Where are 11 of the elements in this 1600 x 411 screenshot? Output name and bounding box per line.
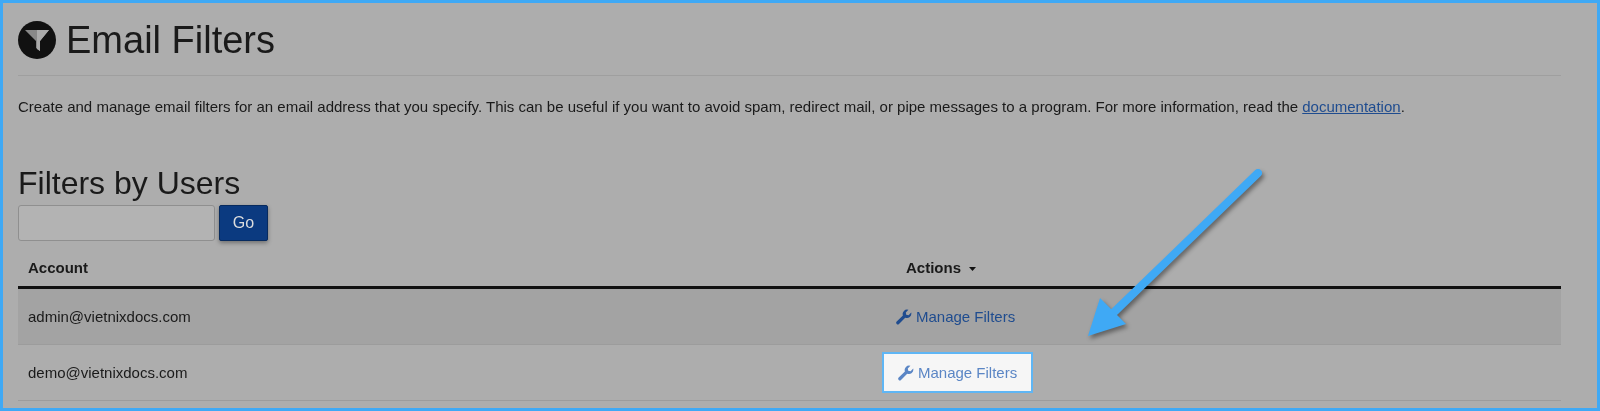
wrench-icon (896, 308, 912, 325)
funnel-icon (18, 21, 56, 59)
search-field[interactable] (18, 205, 215, 241)
documentation-link[interactable]: documentation (1302, 98, 1401, 115)
description-text: Create and manage email filters for an email address that you specify. This can be useful if you want to avoid spam, redirect mail, or pipe messages to a program. For more information, read the documentation. (18, 97, 1406, 117)
page-title: Email Filters (66, 18, 276, 63)
table-cell: admin@vietnixdocs.com (18, 287, 896, 345)
go-button[interactable]: Go (219, 205, 268, 241)
manage-filters-link[interactable]: Manage Filters (882, 352, 1034, 393)
section-title: Filters by Users (18, 164, 242, 203)
wrench-icon (898, 364, 914, 381)
